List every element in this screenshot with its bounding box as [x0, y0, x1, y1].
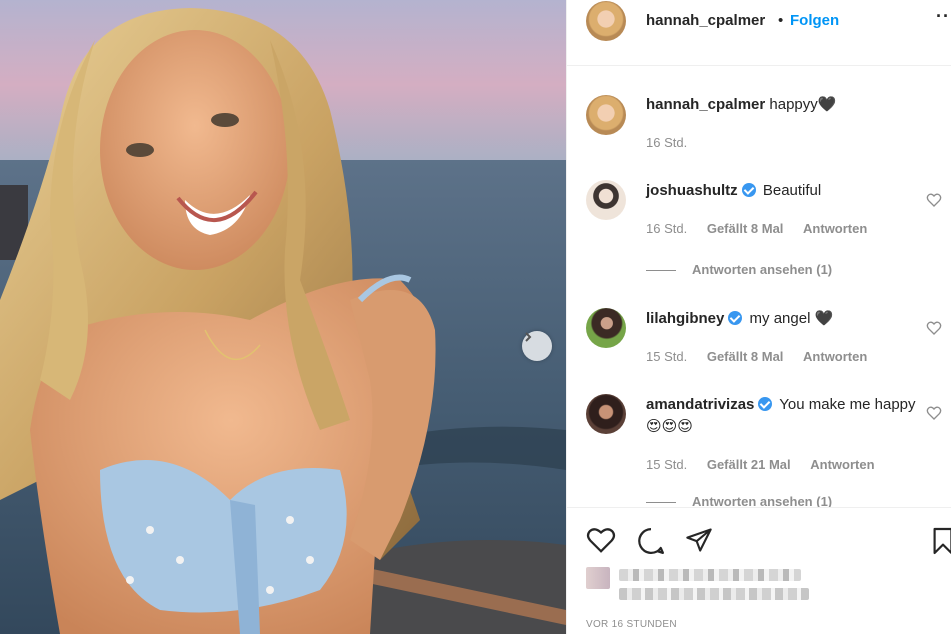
likes-summary-blurred	[619, 569, 801, 581]
comment-likes-link[interactable]: Gefällt 8 Mal	[707, 221, 784, 236]
caption-time: 16 Std.	[646, 135, 688, 150]
verified-badge-icon	[758, 397, 773, 411]
comment-likes-link[interactable]: Gefällt 8 Mal	[707, 349, 784, 364]
comment-reply-link[interactable]: Antworten	[803, 221, 867, 236]
caption-emoji: 🖤	[817, 96, 837, 113]
view-replies-link[interactable]: Antworten ansehen (1)	[646, 262, 832, 277]
caption-meta: 16 Std.	[646, 135, 703, 150]
replies-line	[646, 270, 676, 272]
comment-heart-icon[interactable]	[926, 320, 942, 336]
view-replies-link[interactable]: Antworten ansehen (1)	[646, 494, 832, 507]
comment-meta: 15 Std. Gefällt 21 Mal Antworten	[646, 457, 891, 472]
caption: hannah_cpalmer happyy🖤	[646, 94, 916, 116]
post-side-panel: hannah_cpalmer • Folgen ·· hannah_cpalme…	[566, 0, 951, 634]
author-username[interactable]: hannah_cpalmer	[646, 12, 765, 29]
comment-text: my angel 🖤	[749, 310, 834, 327]
post-header: hannah_cpalmer • Folgen ··	[567, 0, 951, 66]
caption-avatar[interactable]	[586, 95, 626, 135]
post-timestamp[interactable]: VOR 16 STUNDEN	[586, 619, 677, 630]
more-options-icon[interactable]: ··	[936, 6, 950, 27]
header-separator: •	[778, 12, 784, 29]
heart-icon[interactable]	[586, 526, 616, 554]
comment-item: joshuashultz Beautiful	[646, 180, 916, 202]
comment-username[interactable]: lilahgibney	[646, 310, 724, 327]
verified-badge-icon	[728, 311, 743, 325]
view-replies-label: Antworten ansehen (1)	[692, 262, 833, 277]
comment-meta: 15 Std. Gefällt 8 Mal Antworten	[646, 349, 883, 364]
comment-heart-icon[interactable]	[926, 192, 942, 208]
likers-avatar-blurred	[586, 567, 610, 589]
likes-summary-blurred-2	[619, 588, 809, 600]
replies-line	[646, 502, 676, 504]
commenter-avatar[interactable]	[586, 394, 626, 434]
follow-button[interactable]: Folgen	[790, 12, 839, 29]
comment-heart-icon[interactable]	[926, 405, 942, 421]
verified-badge-icon	[741, 183, 756, 197]
commenter-avatar[interactable]	[586, 180, 626, 220]
post-photo[interactable]	[0, 0, 566, 634]
share-icon[interactable]	[685, 526, 713, 554]
comment-username[interactable]: amandatrivizas	[646, 396, 754, 413]
comment-icon[interactable]	[636, 526, 666, 556]
comment-item: amandatrivizas You make me happy 😍😍😍	[646, 394, 916, 438]
comment-time: 15 Std.	[646, 457, 688, 472]
comment-meta: 16 Std. Gefällt 8 Mal Antworten	[646, 221, 883, 236]
commenter-avatar[interactable]	[586, 308, 626, 348]
comment-reply-link[interactable]: Antworten	[803, 349, 867, 364]
author-avatar[interactable]	[586, 1, 626, 41]
caption-username[interactable]: hannah_cpalmer	[646, 96, 765, 113]
caption-text: happyy	[769, 96, 818, 113]
comment-time: 16 Std.	[646, 221, 688, 236]
comment-username[interactable]: joshuashultz	[646, 182, 738, 199]
photo-illustration	[0, 0, 566, 634]
comments-list[interactable]: hannah_cpalmer happyy🖤 16 Std. joshuashu…	[567, 67, 951, 507]
comment-item: lilahgibney my angel 🖤	[646, 308, 916, 330]
comment-text: Beautiful	[762, 182, 822, 199]
comment-reply-link[interactable]: Antworten	[810, 457, 874, 472]
comment-likes-link[interactable]: Gefällt 21 Mal	[707, 457, 791, 472]
chevron-right-icon	[525, 332, 532, 342]
comment-time: 15 Std.	[646, 349, 688, 364]
bookmark-icon[interactable]	[931, 526, 951, 556]
view-replies-label: Antworten ansehen (1)	[692, 494, 833, 507]
post-actions: VOR 16 STUNDEN	[567, 507, 951, 634]
next-photo-button[interactable]	[522, 331, 552, 361]
